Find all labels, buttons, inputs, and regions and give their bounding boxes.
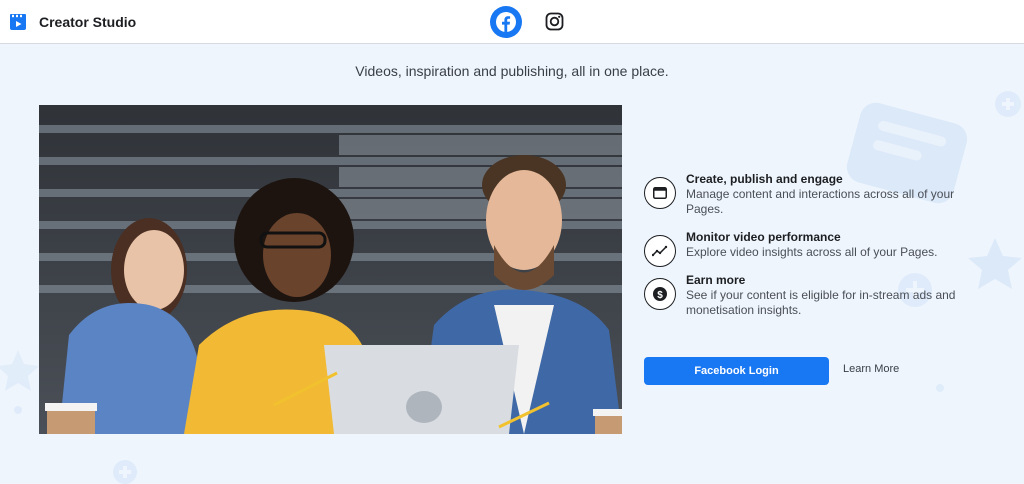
feature-description: Explore video insights across all of you…	[686, 245, 938, 259]
app-title: Creator Studio	[39, 14, 137, 30]
feature-title: Earn more	[686, 273, 746, 287]
learn-more-link[interactable]: Learn More	[843, 363, 899, 375]
creator-studio-logo-icon	[10, 14, 26, 30]
tagline: Videos, inspiration and publishing, all …	[355, 63, 669, 79]
hero-photo-illustration	[39, 105, 622, 434]
facebook-login-button[interactable]: Facebook Login	[644, 357, 829, 385]
brand[interactable]: Creator Studio	[9, 11, 136, 33]
svg-text:$: $	[657, 290, 663, 301]
feature-item: Monitor video performance Explore video …	[644, 230, 974, 267]
feature-title: Monitor video performance	[686, 230, 841, 244]
dollar-icon: $	[644, 278, 676, 310]
feature-item: Create, publish and engage Manage conten…	[644, 172, 974, 217]
instagram-icon	[545, 12, 564, 31]
feature-title: Create, publish and engage	[686, 172, 843, 186]
feature-description: Manage content and interactions across a…	[686, 187, 955, 216]
feature-item: $ Earn more See if your content is eligi…	[644, 273, 974, 318]
hero-image	[39, 105, 622, 434]
facebook-tab[interactable]	[490, 6, 522, 38]
chart-line-icon	[644, 235, 676, 267]
feature-list: Create, publish and engage Manage conten…	[644, 172, 974, 331]
dashboard-icon	[644, 177, 676, 209]
instagram-tab[interactable]	[545, 12, 564, 31]
facebook-icon	[496, 12, 516, 32]
top-bar: Creator Studio	[0, 0, 1024, 44]
feature-description: See if your content is eligible for in-s…	[686, 288, 956, 317]
